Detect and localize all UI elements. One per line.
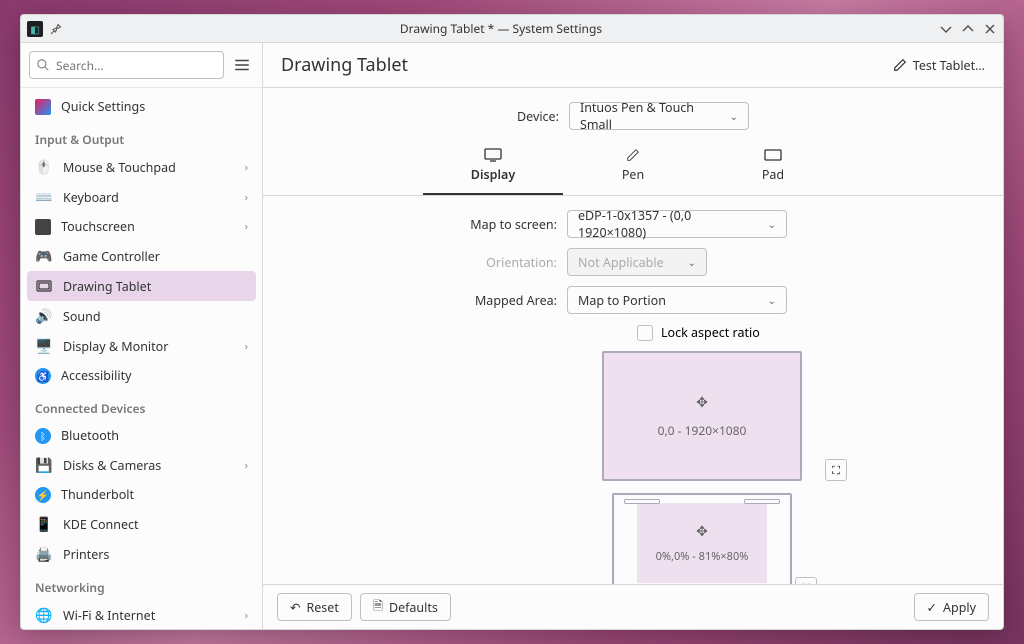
- apply-button[interactable]: ✓Apply: [914, 593, 989, 621]
- chevron-right-icon: ›: [245, 458, 248, 473]
- chevron-down-icon: ⌄: [768, 293, 776, 307]
- sidebar-item-printers[interactable]: 🖨️Printers: [21, 539, 262, 569]
- kde-icon: 📱: [35, 515, 53, 533]
- disk-icon: 💾: [35, 456, 53, 474]
- chevron-down-icon: ⌄: [768, 217, 776, 231]
- sidebar-item-thunderbolt[interactable]: ⚡Thunderbolt: [21, 480, 262, 509]
- speaker-icon: 🔊: [35, 307, 53, 325]
- sidebar-item-quick[interactable]: Quick Settings: [21, 92, 262, 121]
- mouse-icon: 🖱️: [35, 158, 53, 176]
- accessibility-icon: ♿: [35, 368, 51, 384]
- tablet-preview[interactable]: ✥ 0%,0% - 81%×80%: [612, 493, 792, 584]
- fit-tablet-button[interactable]: ⛶: [795, 577, 817, 584]
- sidebar: Quick Settings Input & Output 🖱️Mouse & …: [21, 43, 263, 629]
- close-button[interactable]: [983, 22, 997, 36]
- app-icon: ◧: [27, 21, 43, 37]
- sidebar-item-tablet[interactable]: Drawing Tablet: [27, 271, 256, 301]
- map-screen-label: Map to screen:: [287, 216, 557, 233]
- sidebar-item-bluetooth[interactable]: ᛒBluetooth: [21, 421, 262, 450]
- maximize-button[interactable]: [961, 22, 975, 36]
- sidebar-item-disks[interactable]: 💾Disks & Cameras›: [21, 450, 262, 480]
- pencil-icon: [893, 58, 907, 72]
- move-icon: ✥: [696, 393, 708, 412]
- orientation-select: Not Applicable⌄: [567, 248, 707, 276]
- test-tablet-button[interactable]: Test Tablet…: [893, 57, 985, 74]
- chevron-right-icon: ›: [245, 160, 248, 175]
- mapped-area-select[interactable]: Map to Portion⌄: [567, 286, 787, 314]
- sidebar-item-wifi[interactable]: 🌐Wi-Fi & Internet›: [21, 600, 262, 629]
- chevron-right-icon: ›: [245, 608, 248, 623]
- printer-icon: 🖨️: [35, 545, 53, 563]
- sidebar-item-mouse[interactable]: 🖱️Mouse & Touchpad›: [21, 152, 262, 182]
- touchscreen-icon: [35, 219, 51, 235]
- sidebar-item-label: Quick Settings: [61, 98, 145, 115]
- device-select[interactable]: Intuos Pen & Touch Small⌄: [569, 102, 749, 130]
- lock-aspect-label: Lock aspect ratio: [661, 324, 760, 341]
- map-screen-select[interactable]: eDP-1-0x1357 - (0,0 1920×1080)⌄: [567, 210, 787, 238]
- gamepad-icon: 🎮: [35, 247, 53, 265]
- sidebar-item-display[interactable]: 🖥️Display & Monitor›: [21, 331, 262, 361]
- display-tab-icon: [484, 148, 502, 162]
- pad-tab-icon: [764, 148, 782, 162]
- sidebar-header-io: Input & Output: [21, 121, 262, 152]
- device-label: Device:: [517, 108, 559, 125]
- orientation-label: Orientation:: [287, 254, 557, 271]
- tablet-hw-button: [744, 499, 780, 504]
- sidebar-item-sound[interactable]: 🔊Sound: [21, 301, 262, 331]
- document-icon: 🗎: [373, 597, 383, 618]
- quick-icon: [35, 99, 51, 115]
- screen-preview[interactable]: ✥ 0,0 - 1920×1080: [602, 351, 802, 481]
- tablet-hw-button: [624, 499, 660, 504]
- sidebar-item-a11y[interactable]: ♿Accessibility: [21, 361, 262, 390]
- lock-aspect-checkbox[interactable]: [637, 325, 653, 341]
- sidebar-item-game[interactable]: 🎮Game Controller: [21, 241, 262, 271]
- defaults-button[interactable]: 🗎Defaults: [360, 593, 451, 621]
- search-icon: [36, 58, 50, 72]
- move-icon: ✥: [696, 522, 708, 541]
- chevron-down-icon: ⌄: [688, 255, 696, 269]
- wifi-icon: 🌐: [35, 606, 53, 624]
- sidebar-header-net: Networking: [21, 569, 262, 600]
- sidebar-item-keyboard[interactable]: ⌨️Keyboard›: [21, 182, 262, 212]
- window-title: Drawing Tablet * — System Settings: [63, 20, 939, 37]
- search-input[interactable]: [29, 51, 224, 79]
- titlebar: ◧ Drawing Tablet * — System Settings: [21, 15, 1003, 43]
- menu-button[interactable]: [230, 53, 254, 77]
- minimize-button[interactable]: [939, 22, 953, 36]
- chevron-down-icon: ⌄: [730, 109, 738, 123]
- undo-icon: ↶: [290, 599, 300, 616]
- tab-display[interactable]: Display: [423, 140, 563, 195]
- thunderbolt-icon: ⚡: [35, 487, 51, 503]
- chevron-right-icon: ›: [245, 339, 248, 354]
- monitor-icon: 🖥️: [35, 337, 53, 355]
- chevron-right-icon: ›: [245, 219, 248, 234]
- keyboard-icon: ⌨️: [35, 188, 53, 206]
- sidebar-item-kde[interactable]: 📱KDE Connect: [21, 509, 262, 539]
- tabbar: Display Pen Pad: [263, 140, 1003, 196]
- page-title: Drawing Tablet: [281, 53, 893, 77]
- reset-button[interactable]: ↶Reset: [277, 593, 352, 621]
- pin-icon[interactable]: [49, 22, 63, 36]
- check-icon: ✓: [927, 599, 937, 616]
- mapped-area-label: Mapped Area:: [287, 292, 557, 309]
- sidebar-header-connected: Connected Devices: [21, 390, 262, 421]
- fit-screen-button[interactable]: ⛶: [825, 459, 847, 481]
- chevron-right-icon: ›: [245, 190, 248, 205]
- sidebar-item-touchscreen[interactable]: Touchscreen›: [21, 212, 262, 241]
- bluetooth-icon: ᛒ: [35, 428, 51, 444]
- tablet-icon: [35, 277, 53, 295]
- tab-pen[interactable]: Pen: [563, 140, 703, 195]
- pen-tab-icon: [624, 148, 642, 162]
- tab-pad[interactable]: Pad: [703, 140, 843, 195]
